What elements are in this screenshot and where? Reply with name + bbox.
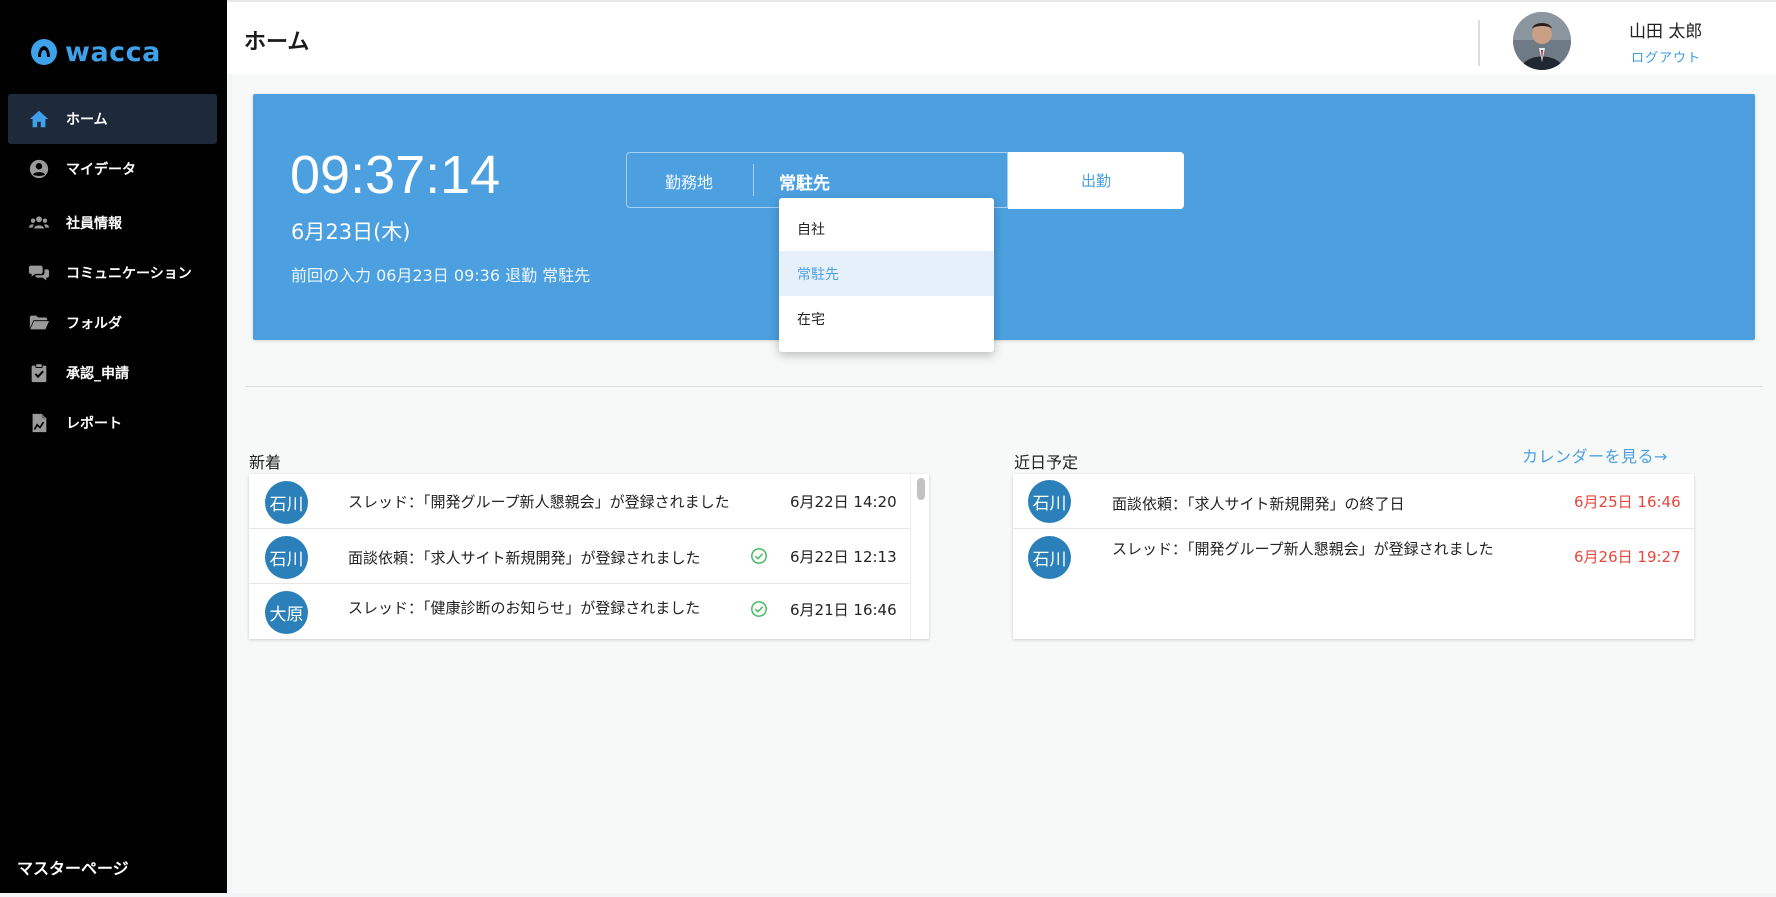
work-location-divider: [753, 164, 754, 196]
current-date: 6月23日(木): [291, 220, 411, 244]
check-circle-icon: [751, 601, 767, 617]
clock-in-button[interactable]: 出勤: [1008, 152, 1184, 209]
avatar: 石川: [1028, 536, 1071, 579]
avatar: 石川: [265, 536, 308, 579]
list-item[interactable]: 大原 スレッド：「健康診断のお知らせ」が登録されました 6月21日 16:46: [249, 584, 910, 638]
user-photo-icon: [1513, 12, 1571, 70]
sidebar-item-folder[interactable]: フォルダ: [8, 298, 217, 348]
sidebar-item-label: 承認_申請: [66, 366, 129, 382]
sidebar-item-employees[interactable]: 社員情報: [8, 198, 217, 248]
news-item-time: 6月22日 12:13: [790, 548, 897, 566]
news-item-text: スレッド：「健康診断のお知らせ」が登録されました: [348, 599, 701, 617]
location-option-client-site[interactable]: 常駐先: [779, 251, 994, 296]
user-circle-icon: [28, 158, 50, 180]
calendar-link[interactable]: カレンダーを見る→: [1522, 443, 1668, 467]
app-logo[interactable]: wacca: [29, 36, 161, 68]
top-header: ホーム 山田 太郎 ログアウト: [227, 0, 1776, 74]
schedule-panel: 石川 面談依頼：「求人サイト新規開発」の終了日 6月25日 16:46 石川 ス…: [1013, 474, 1694, 639]
current-time: 09:37:14: [290, 145, 501, 205]
previous-entry: 前回の入力 06月23日 09:36 退勤 常駐先: [291, 266, 591, 285]
news-item-time: 6月22日 14:20: [790, 493, 897, 511]
schedule-item-text: 面談依頼：「求人サイト新規開発」の終了日: [1112, 495, 1405, 513]
work-location-label: 勤務地: [665, 173, 714, 192]
sidebar-item-label: 社員情報: [66, 216, 122, 232]
sidebar-item-communication[interactable]: コミュニケーション: [8, 248, 217, 298]
news-item-text: スレッド：「開発グループ新人懇親会」が登録されました: [348, 493, 730, 511]
news-item-text: 面談依頼：「求人サイト新規開発」が登録されました: [348, 549, 701, 567]
news-item-time: 6月21日 16:46: [790, 601, 897, 619]
avatar: 大原: [265, 591, 308, 634]
folder-icon: [28, 312, 50, 334]
sidebar-item-home[interactable]: ホーム: [8, 94, 217, 144]
sidebar-item-label: レポート: [66, 416, 122, 432]
list-item[interactable]: 石川 スレッド：「開発グループ新人懇親会」が登録されました 6月26日 19:2…: [1013, 529, 1694, 583]
location-option-office[interactable]: 自社: [779, 206, 994, 251]
news-scrollbar[interactable]: [910, 474, 929, 639]
list-item[interactable]: 石川 スレッド：「開発グループ新人懇親会」が登録されました 6月22日 14:2…: [249, 474, 910, 529]
sidebar-item-label: フォルダ: [66, 316, 122, 332]
wacca-logo-icon: [31, 39, 57, 65]
sidebar-item-label: マイデータ: [66, 162, 136, 178]
sidebar-item-approval[interactable]: 承認_申請: [8, 348, 217, 398]
schedule-item-time: 6月25日 16:46: [1574, 493, 1681, 511]
schedule-title: 近日予定: [1014, 453, 1079, 472]
home-icon: [28, 108, 50, 130]
header-divider: [1478, 20, 1480, 66]
sidebar: wacca ホーム マイデータ 社員情報 コミュニケーション フォルダ 承認_申…: [0, 0, 227, 893]
schedule-item-text: スレッド：「開発グループ新人懇親会」が登録されました: [1112, 540, 1494, 558]
news-title: 新着: [249, 453, 282, 472]
location-option-home[interactable]: 在宅: [779, 296, 994, 341]
chat-icon: [28, 262, 50, 284]
clipboard-check-icon: [28, 362, 50, 384]
section-divider: [245, 386, 1763, 387]
page-title: ホーム: [244, 30, 310, 55]
sidebar-item-label: コミュニケーション: [66, 266, 192, 282]
users-icon: [28, 212, 50, 234]
report-icon: [28, 412, 50, 434]
news-panel: 石川 スレッド：「開発グループ新人懇親会」が登録されました 6月22日 14:2…: [249, 474, 929, 639]
sidebar-item-report[interactable]: レポート: [8, 398, 217, 448]
work-location-menu: 自社 常駐先 在宅: [779, 198, 994, 352]
sidebar-item-mydata[interactable]: マイデータ: [8, 144, 217, 194]
list-item[interactable]: 石川 面談依頼：「求人サイト新規開発」の終了日 6月25日 16:46: [1013, 474, 1694, 529]
avatar: 石川: [265, 481, 308, 524]
list-item[interactable]: 石川 面談依頼：「求人サイト新規開発」が登録されました 6月22日 12:13: [249, 529, 910, 584]
user-avatar[interactable]: [1513, 12, 1571, 70]
logo-text: wacca: [65, 36, 161, 68]
work-location-value: 常駐先: [779, 174, 830, 194]
attendance-card: 09:37:14 6月23日(木) 前回の入力 06月23日 09:36 退勤 …: [253, 94, 1755, 340]
sidebar-item-label: ホーム: [66, 112, 108, 128]
news-scrollbar-thumb[interactable]: [917, 478, 925, 500]
bottom-background: [0, 893, 1776, 897]
logout-link[interactable]: ログアウト: [1631, 47, 1701, 66]
avatar: 石川: [1028, 480, 1071, 523]
check-circle-icon: [751, 548, 767, 564]
user-name: 山田 太郎: [1629, 22, 1703, 42]
schedule-item-time: 6月26日 19:27: [1574, 548, 1681, 566]
master-page-link[interactable]: マスターページ: [17, 855, 129, 879]
